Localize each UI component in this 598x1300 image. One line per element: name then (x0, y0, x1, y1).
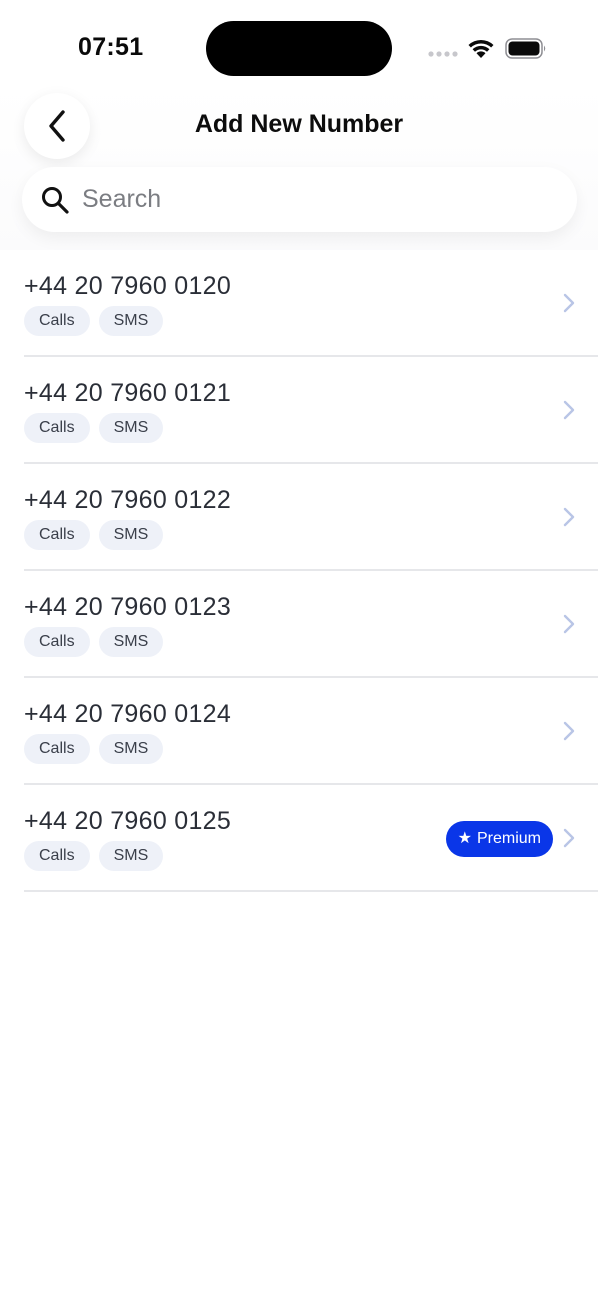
chevron-right-icon (563, 828, 575, 848)
tag-sms: SMS (98, 520, 164, 550)
capability-tags: Calls SMS (24, 841, 164, 871)
search-icon (42, 186, 69, 214)
capability-tags: Calls SMS (24, 734, 164, 764)
chevron-right-icon (563, 507, 575, 527)
phone-number: +44 20 7960 0123 (24, 593, 232, 621)
tag-calls: Calls (24, 520, 90, 550)
tag-sms: SMS (98, 734, 164, 764)
tag-sms: SMS (98, 306, 164, 336)
battery-icon (505, 38, 546, 59)
capability-tags: Calls SMS (24, 627, 164, 657)
tag-calls: Calls (24, 306, 90, 336)
tag-calls: Calls (24, 734, 90, 764)
list-item[interactable]: +44 20 7960 0123 Calls SMS (24, 571, 598, 678)
capability-tags: Calls SMS (24, 520, 164, 550)
list-item[interactable]: +44 20 7960 0122 Calls SMS (24, 464, 598, 571)
phone-number: +44 20 7960 0120 (24, 272, 232, 300)
tag-calls: Calls (24, 627, 90, 657)
phone-number: +44 20 7960 0124 (24, 700, 232, 728)
chevron-right-icon (563, 400, 575, 420)
search-input[interactable] (82, 179, 542, 220)
list-item[interactable]: +44 20 7960 0120 Calls SMS (24, 250, 598, 357)
page-title: Add New Number (194, 110, 404, 138)
capability-tags: Calls SMS (24, 413, 164, 443)
dynamic-island (206, 21, 392, 76)
chevron-right-icon (563, 293, 575, 313)
tag-sms: SMS (98, 841, 164, 871)
phone-number: +44 20 7960 0125 (24, 807, 232, 835)
premium-badge: ★ Premium (445, 821, 553, 857)
list-item[interactable]: +44 20 7960 0121 Calls SMS (24, 357, 598, 464)
phone-number: +44 20 7960 0122 (24, 486, 232, 514)
cellular-signal-icon (428, 51, 458, 57)
number-list: +44 20 7960 0120 Calls SMS +44 20 7960 0… (0, 250, 598, 892)
search-bar[interactable] (22, 167, 577, 232)
list-item[interactable]: +44 20 7960 0124 Calls SMS (24, 678, 598, 785)
status-bar: 07:51 (0, 0, 598, 96)
tag-sms: SMS (98, 413, 164, 443)
chevron-right-icon (563, 721, 575, 741)
header: Add New Number (0, 86, 598, 250)
tag-calls: Calls (24, 841, 90, 871)
wifi-icon (468, 39, 494, 58)
tag-calls: Calls (24, 413, 90, 443)
star-icon: ★ (457, 830, 472, 847)
premium-badge-label: Premium (476, 830, 541, 847)
tag-sms: SMS (98, 627, 164, 657)
capability-tags: Calls SMS (24, 306, 164, 336)
screen: 07:51 Add New Number Search +44 20 7960 … (0, 0, 598, 1300)
status-time: 07:51 (78, 33, 144, 61)
phone-number: +44 20 7960 0121 (24, 379, 232, 407)
chevron-right-icon (563, 614, 575, 634)
list-item[interactable]: +44 20 7960 0125 Calls SMS ★ Premium (24, 785, 598, 892)
